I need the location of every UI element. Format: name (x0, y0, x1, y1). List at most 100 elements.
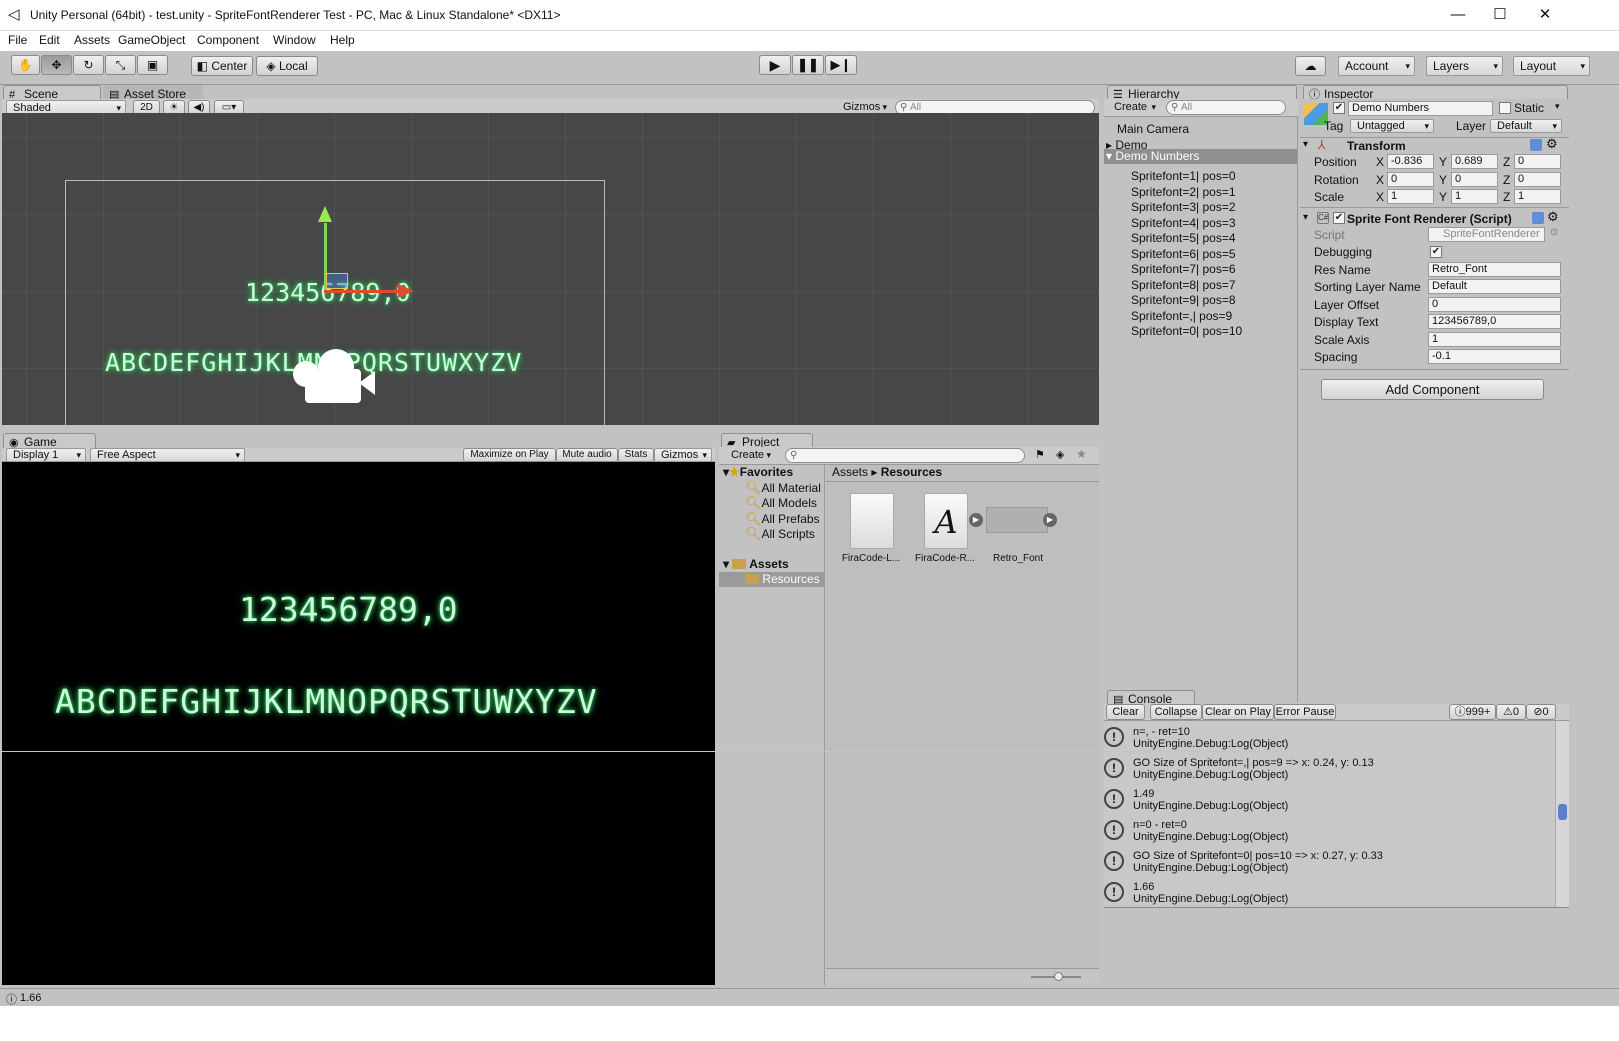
layers-dropdown[interactable]: Layers (1426, 56, 1503, 76)
status-text[interactable]: 1.66 (20, 992, 41, 1004)
breadcrumb-resources[interactable]: Resources (881, 465, 942, 479)
console-detail-area[interactable] (1104, 908, 1569, 985)
move-tool-icon[interactable]: ✥ (41, 55, 72, 75)
scale-y-field[interactable]: 1 (1451, 189, 1498, 204)
clear-on-play-toggle[interactable]: Clear on Play (1202, 704, 1274, 720)
log-entry[interactable]: 1.49 UnityEngine.Debug:Log(Object) (1133, 788, 1288, 812)
assets-folder[interactable]: ▾ Assets (723, 557, 789, 571)
error-pause-toggle[interactable]: Error Pause (1274, 704, 1336, 720)
hierarchy-child[interactable]: Spritefont=8| pos=7 (1131, 278, 1236, 292)
aspect-dropdown[interactable]: Free Aspect (90, 448, 245, 462)
menu-help[interactable]: Help (330, 33, 355, 47)
res-name-field[interactable]: Retro_Font (1428, 262, 1561, 277)
account-dropdown[interactable]: Account (1338, 56, 1415, 76)
fav-all-prefabs[interactable]: 🔍︎All Prefabs (745, 511, 820, 527)
component-enabled-checkbox[interactable]: ✔ (1333, 212, 1345, 224)
rect-tool-icon[interactable]: ▣ (137, 55, 168, 75)
filter-type-icon[interactable]: ⚑ (1035, 448, 1045, 461)
menu-assets[interactable]: Assets (74, 33, 110, 47)
gizmo-y-arrow-icon[interactable] (318, 206, 332, 222)
rotation-z-field[interactable]: 0 (1514, 172, 1561, 187)
help-icon[interactable] (1532, 212, 1544, 224)
scale-z-field[interactable]: 1 (1514, 189, 1561, 204)
stats-toggle[interactable]: Stats (618, 448, 654, 462)
font-file-icon[interactable]: A (924, 493, 968, 549)
log-entry[interactable]: n=, - ret=10 UnityEngine.Debug:Log(Object… (1133, 726, 1288, 750)
project-search-input[interactable] (785, 448, 1025, 463)
scale-tool-icon[interactable]: ⤡ (105, 55, 136, 75)
play-button[interactable]: ▶ (759, 55, 791, 75)
hierarchy-child[interactable]: Spritefont=2| pos=1 (1131, 185, 1236, 199)
scale-axis-field[interactable]: 1 (1428, 332, 1561, 347)
sprite-sheet-icon[interactable] (986, 507, 1048, 533)
scene-view[interactable]: 123456789,0 ABCDEFGHIJKLMNOPQRSTUWXYZV (2, 113, 1099, 425)
hierarchy-item-main-camera[interactable]: Main Camera (1117, 122, 1189, 136)
game-gizmos-dropdown[interactable]: Gizmos (654, 448, 712, 462)
hand-tool-icon[interactable]: ✋ (11, 55, 40, 75)
display-dropdown[interactable]: Display 1 (6, 448, 86, 462)
active-checkbox[interactable]: ✔ (1333, 102, 1345, 114)
object-name-field[interactable]: Demo Numbers (1348, 101, 1493, 116)
log-filter-toggle[interactable]: ⓘ999+ (1449, 704, 1496, 720)
clear-button[interactable]: Clear (1106, 704, 1145, 720)
pivot-center-button[interactable]: ◧ Center (191, 56, 253, 76)
hierarchy-child[interactable]: Spritefont=3| pos=2 (1131, 200, 1236, 214)
project-create-dropdown[interactable]: Create (725, 448, 775, 464)
object-picker-icon[interactable]: ⊙ (1550, 227, 1558, 238)
hierarchy-search-input[interactable]: All (1166, 100, 1286, 115)
warning-filter-toggle[interactable]: ⚠0 (1496, 704, 1526, 720)
spacing-field[interactable]: -0.1 (1428, 349, 1561, 364)
hierarchy-child[interactable]: Spritefont=,| pos=9 (1131, 309, 1232, 323)
menu-component[interactable]: Component (197, 33, 259, 47)
scale-x-field[interactable]: 1 (1387, 189, 1434, 204)
collapse-toggle[interactable]: Collapse (1150, 704, 1202, 720)
favorite-star-icon[interactable]: ★ (1076, 447, 1087, 461)
favorites-header[interactable]: ▾★Favorites (723, 465, 793, 479)
expand-asset-icon[interactable]: ▶ (969, 513, 983, 527)
settings-gear-icon[interactable]: ⚙ (1547, 209, 1559, 225)
hierarchy-create-dropdown[interactable]: Create (1108, 100, 1160, 116)
resources-folder[interactable]: Resources (719, 572, 824, 587)
filter-label-icon[interactable]: ◈ (1056, 448, 1064, 461)
layer-offset-field[interactable]: 0 (1428, 297, 1561, 312)
log-entry[interactable]: 1.66 UnityEngine.Debug:Log(Object) (1133, 881, 1288, 905)
camera-gizmo-icon[interactable] (293, 349, 383, 409)
log-entry[interactable]: GO Size of Spritefont=0| pos=10 => x: 0.… (1133, 850, 1383, 874)
position-x-field[interactable]: -0.836 (1387, 154, 1434, 169)
hierarchy-child[interactable]: Spritefont=9| pos=8 (1131, 293, 1236, 307)
cloud-button[interactable]: ☁ (1295, 56, 1326, 76)
rotation-y-field[interactable]: 0 (1451, 172, 1498, 187)
hierarchy-item-demo-numbers[interactable]: ▾ Demo Numbers (1104, 149, 1297, 164)
minimize-button[interactable]: — (1435, 0, 1481, 31)
menu-gameobject[interactable]: GameObject (118, 33, 185, 47)
close-button[interactable]: ✕ (1522, 0, 1568, 31)
breadcrumb-assets[interactable]: Assets (832, 465, 868, 479)
hierarchy-child[interactable]: Spritefont=1| pos=0 (1131, 169, 1236, 183)
expand-asset-icon[interactable]: ▶ (1043, 513, 1057, 527)
pause-button[interactable]: ❚❚ (792, 55, 824, 75)
layout-dropdown[interactable]: Layout (1513, 56, 1590, 76)
expanded-arrow-icon[interactable]: ▾ (1303, 212, 1308, 223)
help-icon[interactable] (1530, 139, 1542, 151)
static-dropdown-icon[interactable]: ▾ (1555, 101, 1560, 112)
gizmo-x-axis[interactable] (324, 290, 402, 293)
asset-retro-font[interactable]: Retro_Font (983, 553, 1053, 564)
pivot-local-button[interactable]: ◈ Local (256, 56, 318, 76)
position-z-field[interactable]: 0 (1514, 154, 1561, 169)
icon-size-slider[interactable] (1054, 972, 1063, 981)
fav-all-materials[interactable]: 🔍︎All Material (745, 480, 821, 496)
hierarchy-child[interactable]: Spritefont=6| pos=5 (1131, 247, 1236, 261)
menu-edit[interactable]: Edit (39, 33, 60, 47)
position-y-field[interactable]: 0.689 (1451, 154, 1498, 169)
fav-all-scripts[interactable]: 🔍︎All Scripts (745, 526, 815, 542)
display-text-field[interactable]: 123456789,0 (1428, 314, 1561, 329)
rotation-x-field[interactable]: 0 (1387, 172, 1434, 187)
console-scrollbar[interactable] (1555, 721, 1569, 907)
expanded-arrow-icon[interactable]: ▾ (1303, 139, 1308, 150)
error-filter-toggle[interactable]: ⊘0 (1526, 704, 1556, 720)
log-entry[interactable]: n=0 - ret=0 UnityEngine.Debug:Log(Object) (1133, 819, 1288, 843)
mute-audio-toggle[interactable]: Mute audio (556, 448, 618, 462)
hierarchy-child[interactable]: Spritefont=5| pos=4 (1131, 231, 1236, 245)
hierarchy-child[interactable]: Spritefont=0| pos=10 (1131, 324, 1242, 338)
console-scroll-thumb[interactable] (1558, 804, 1567, 820)
